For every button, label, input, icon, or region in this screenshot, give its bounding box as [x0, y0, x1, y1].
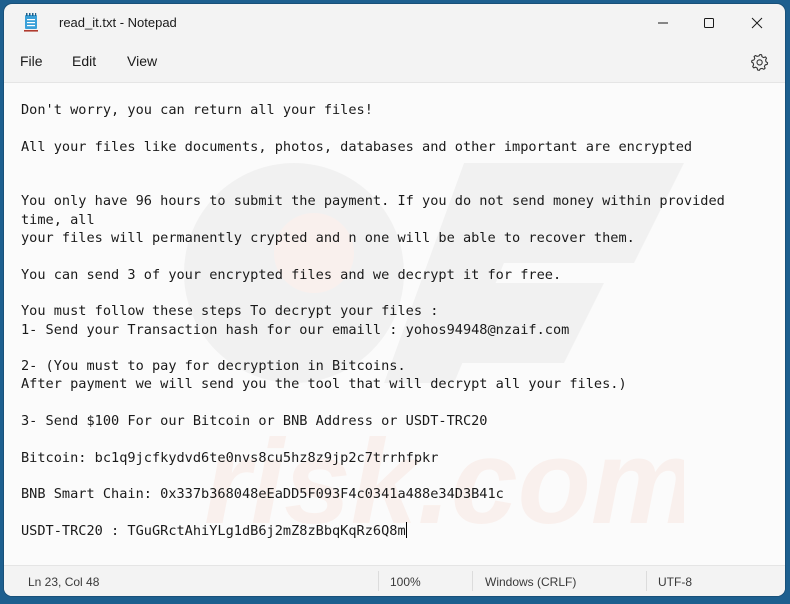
notepad-icon: [24, 13, 38, 32]
menu-edit[interactable]: Edit: [72, 53, 96, 69]
text-line: 1- Send your Transaction hash for our em…: [21, 321, 570, 338]
document-text: Don't worry, you can return all your fil…: [21, 101, 773, 540]
text-line: You only have 96 hours to submit the pay…: [21, 193, 734, 228]
text-line: Bitcoin: bc1q9jcfkydvd6te0nvs8cu5hz8z9jp…: [21, 449, 439, 466]
cursor-position: Ln 23, Col 48: [28, 575, 100, 589]
status-bar: Ln 23, Col 48 100% Windows (CRLF) UTF-8: [4, 565, 785, 596]
title-bar[interactable]: read_it.txt - Notepad: [4, 4, 785, 42]
text-line: You must follow these steps To decrypt y…: [21, 303, 439, 320]
status-divider: [472, 571, 473, 591]
notepad-window: read_it.txt - Notepad File Edit View ris…: [4, 4, 785, 596]
text-line: BNB Smart Chain: 0x337b368048eEaDD5F093F…: [21, 486, 504, 503]
menu-view[interactable]: View: [127, 53, 157, 69]
text-line: 2- (You must to pay for decryption in Bi…: [21, 358, 406, 375]
close-icon: [751, 17, 763, 29]
zoom-level[interactable]: 100%: [390, 575, 421, 589]
text-line: 3- Send $100 For our Bitcoin or BNB Addr…: [21, 413, 488, 430]
text-line: All your files like documents, photos, d…: [21, 138, 693, 155]
text-line: your files will permanently crypted and …: [21, 230, 635, 247]
menu-bar: File Edit View: [4, 42, 785, 82]
status-divider: [378, 571, 379, 591]
close-button[interactable]: [734, 4, 780, 42]
maximize-icon: [704, 18, 714, 28]
text-line: Don't worry, you can return all your fil…: [21, 102, 373, 118]
text-editor[interactable]: risk.com Don't worry, you can return all…: [4, 82, 785, 565]
text-line: After payment we will send you the tool …: [21, 376, 627, 393]
minimize-button[interactable]: [640, 4, 686, 42]
maximize-button[interactable]: [686, 4, 732, 42]
encoding[interactable]: UTF-8: [658, 575, 692, 589]
window-title: read_it.txt - Notepad: [59, 15, 177, 30]
status-divider: [646, 571, 647, 591]
text-caret: [405, 521, 407, 538]
menu-file[interactable]: File: [20, 53, 43, 69]
minimize-icon: [658, 22, 668, 24]
text-line: You can send 3 of your encrypted files a…: [21, 266, 562, 283]
line-ending[interactable]: Windows (CRLF): [485, 575, 576, 589]
text-line: USDT-TRC20 : TGuGRctAhiYLg1dB6j2mZ8zBbqK…: [21, 522, 406, 539]
gear-icon[interactable]: [750, 52, 770, 72]
